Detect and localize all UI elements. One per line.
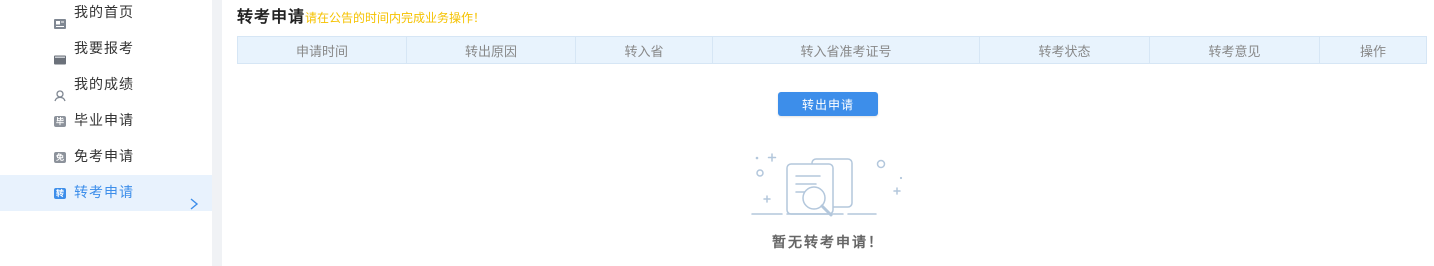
transfer-applications-table: 申请时间 转出原因 转入省 转入省准考证号 转考状态 转考意见 操作 [237,36,1427,64]
column-header-opinion: 转考意见 [1149,36,1320,64]
column-header-target-exam-id: 转入省准考证号 [712,36,980,64]
sidebar-item-home[interactable]: 我的首页 [0,0,212,31]
sidebar-item-label: 我的成绩 [74,77,134,93]
home-icon [54,7,66,29]
empty-document-search-icon [751,153,903,217]
sidebar-item-register[interactable]: 我要报考 [0,31,212,67]
sidebar-item-label: 转考申请 [74,185,134,201]
column-header-target-province: 转入省 [575,36,713,64]
notice-text: 请在公告的时间内完成业务操作！ [305,11,486,25]
main-content: 转考申请请在公告的时间内完成业务操作！ 申请时间 转出原因 转入省 转入省准考证… [222,0,1434,266]
register-icon [54,43,66,65]
sidebar: 我的首页 我要报考 我的成绩 毕 毕业申请 免 免考申请 转 转考申请 [0,0,212,266]
column-header-actions: 操作 [1319,36,1427,64]
sidebar-item-label: 我的首页 [74,5,134,21]
sidebar-item-label: 免考申请 [74,149,134,165]
sidebar-item-label: 我要报考 [74,41,134,57]
sidebar-item-transfer[interactable]: 转 转考申请 [0,175,212,211]
page-title: 转考申请 [237,7,306,26]
badge-char: 免 [54,152,66,163]
sidebar-item-exemption[interactable]: 免 免考申请 [0,139,212,175]
column-header-status: 转考状态 [979,36,1150,64]
table-header-row: 申请时间 转出原因 转入省 转入省准考证号 转考状态 转考意见 操作 [237,36,1427,64]
column-header-apply-time: 申请时间 [237,36,407,64]
page-header: 转考申请请在公告的时间内完成业务操作！ [237,7,485,28]
empty-state-text: 暂无转考申请！ [772,235,884,251]
sidebar-item-graduation[interactable]: 毕 毕业申请 [0,103,212,139]
transfer-out-button[interactable]: 转出申请 [778,92,878,116]
transfer-badge-icon: 转 [54,187,66,199]
exemption-badge-icon: 免 [54,151,66,163]
graduation-badge-icon: 毕 [54,115,66,127]
column-header-transfer-reason: 转出原因 [406,36,576,64]
sidebar-item-scores[interactable]: 我的成绩 [0,67,212,103]
badge-char: 转 [54,188,66,199]
sidebar-item-label: 毕业申请 [74,113,134,129]
sidebar-nav: 我的首页 我要报考 我的成绩 毕 毕业申请 免 免考申请 转 转考申请 [0,0,212,211]
score-icon [54,79,66,102]
badge-char: 毕 [54,116,66,127]
chevron-right-icon [189,187,199,210]
